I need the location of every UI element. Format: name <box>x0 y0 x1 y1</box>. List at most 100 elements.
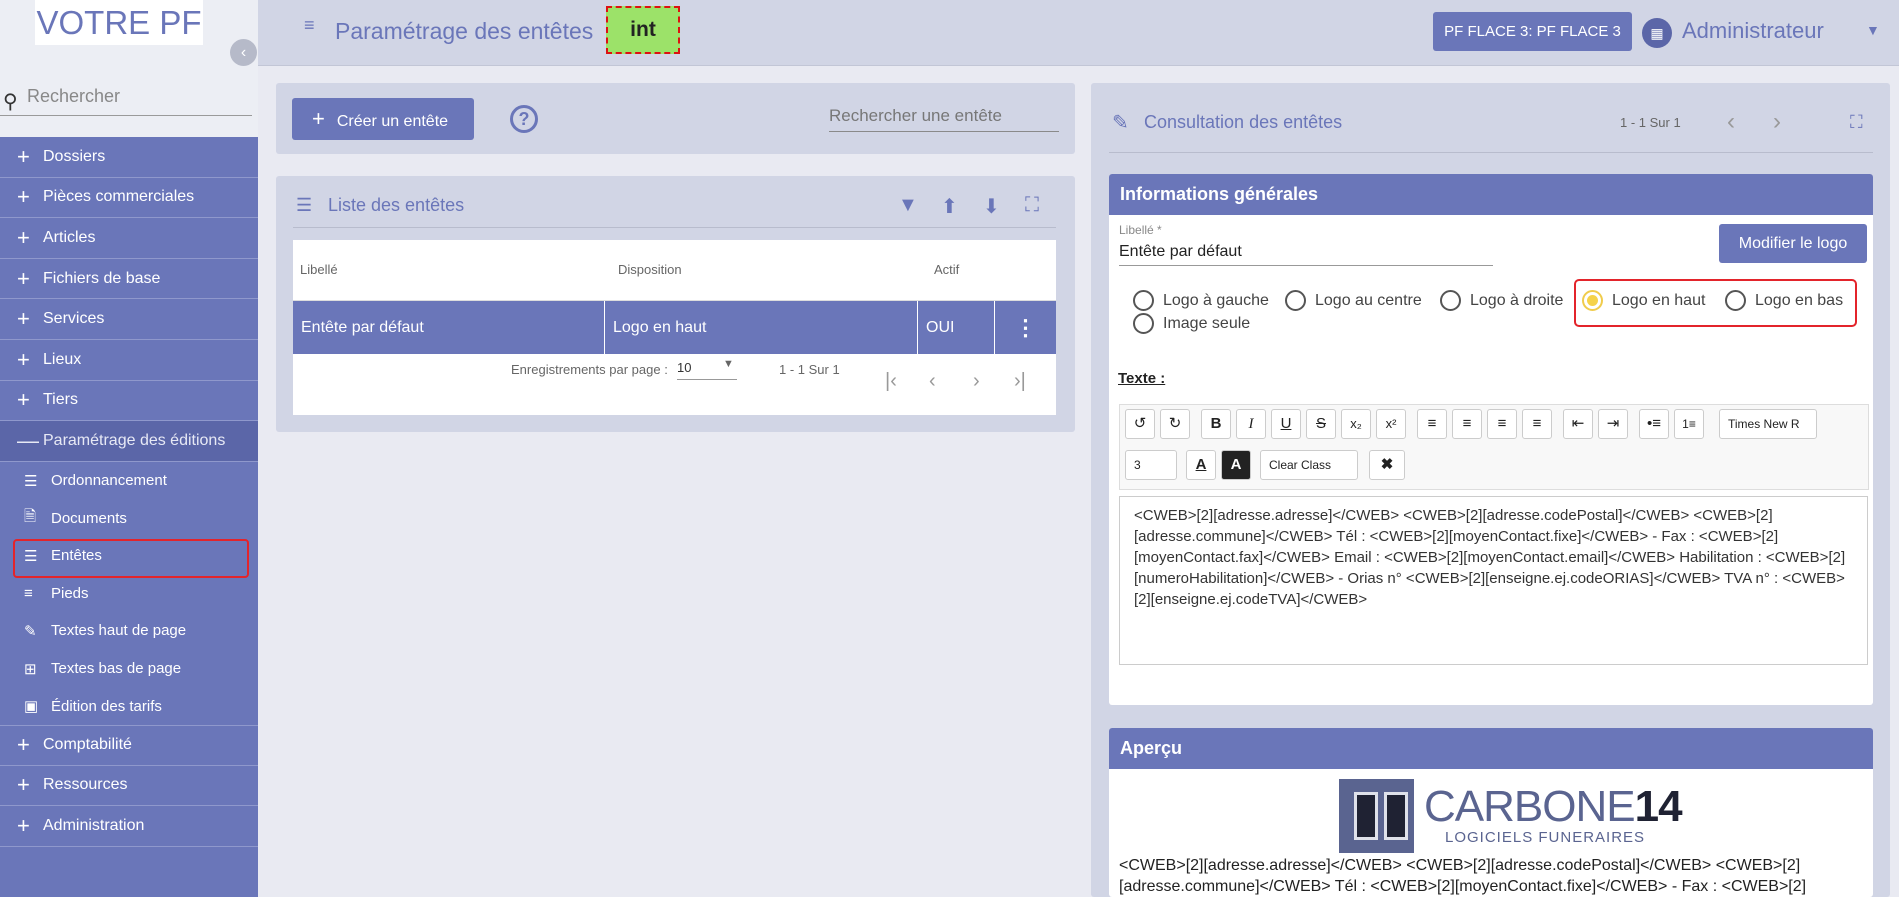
font-family-select[interactable]: Times New R <box>1719 409 1817 439</box>
libelle-input[interactable]: Entête par défaut <box>1119 243 1493 266</box>
indent-icon[interactable]: ⇥ <box>1598 409 1628 439</box>
prev-page-icon[interactable]: ‹ <box>929 370 936 393</box>
create-entete-button[interactable]: + Créer un entête <box>292 98 474 140</box>
italic-button[interactable]: I <box>1236 409 1266 439</box>
clear-format-icon[interactable]: ✖ <box>1369 450 1405 480</box>
menu-lines-icon: ≡ <box>304 15 315 35</box>
column-header-actif[interactable]: Actif <box>934 262 959 277</box>
align-center-icon[interactable]: ≡ <box>1452 409 1482 439</box>
bold-button[interactable]: B <box>1201 409 1231 439</box>
menu-item-parametrage-editions[interactable]: — Paramétrage des éditions <box>0 421 258 462</box>
sidebar-search-input[interactable]: Rechercher <box>27 86 120 107</box>
footer-icon: ≡ <box>24 584 33 602</box>
background-color-icon[interactable]: A <box>1221 450 1251 480</box>
plus-icon: + <box>17 143 30 169</box>
radio-circle[interactable] <box>1285 290 1306 311</box>
next-page-icon[interactable]: › <box>973 370 980 393</box>
radio-circle[interactable] <box>1133 313 1154 334</box>
align-left-icon[interactable]: ≡ <box>1417 409 1447 439</box>
outdent-icon[interactable]: ⇤ <box>1563 409 1593 439</box>
radio-circle[interactable] <box>1133 290 1154 311</box>
prev-record-icon[interactable]: ‹ <box>1727 108 1735 136</box>
underline-button[interactable]: U <box>1271 409 1301 439</box>
radio-logo-gauche[interactable]: Logo à gauche <box>1133 290 1269 311</box>
pf-selector-button[interactable]: PF FLACE 3: PF FLACE 3 <box>1433 12 1632 51</box>
bullet-list-icon[interactable]: •≡ <box>1639 409 1669 439</box>
consultation-range: 1 - 1 Sur 1 <box>1620 115 1681 130</box>
superscript-button[interactable]: x² <box>1376 409 1406 439</box>
help-icon[interactable]: ? <box>510 105 538 133</box>
justify-icon[interactable]: ≡ <box>1522 409 1552 439</box>
consultation-title: Consultation des entêtes <box>1144 112 1343 132</box>
caret-down-icon[interactable]: ▼ <box>723 358 734 370</box>
radio-circle[interactable] <box>1440 290 1461 311</box>
radio-image-seule[interactable]: Image seule <box>1133 313 1250 334</box>
menu-item-services[interactable]: + Services <box>0 299 258 340</box>
subscript-button[interactable]: x₂ <box>1341 409 1371 439</box>
header-icon: ☰ <box>24 547 38 565</box>
general-info-title: Informations générales <box>1109 174 1873 215</box>
numbered-list-icon[interactable]: 1≡ <box>1674 409 1704 439</box>
menu-item-articles[interactable]: + Articles <box>0 218 258 259</box>
modify-logo-button[interactable]: Modifier le logo <box>1719 224 1867 263</box>
sidebar-header: VOTRE PF ‹ ⚲ Rechercher <box>0 0 258 137</box>
search-entete-input[interactable]: Rechercher une entête <box>829 102 1059 132</box>
plus-icon: + <box>312 106 325 131</box>
menu-item-ressources[interactable]: + Ressources <box>0 766 258 807</box>
table-row[interactable]: Entête par défaut Logo en haut OUI ⋮ <box>293 301 1056 354</box>
font-size-select[interactable]: 3 <box>1125 450 1177 480</box>
menu-item-fichiers[interactable]: + Fichiers de base <box>0 259 258 300</box>
submenu-label: Édition des tarifs <box>51 697 162 715</box>
user-avatar[interactable]: ▦ <box>1642 18 1672 48</box>
radio-logo-droite[interactable]: Logo à droite <box>1440 290 1563 311</box>
menu-item-lieux[interactable]: + Lieux <box>0 340 258 381</box>
collapse-sidebar-button[interactable]: ‹ <box>230 39 257 66</box>
undo-icon[interactable]: ↺ <box>1125 409 1155 439</box>
menu-label: Services <box>43 310 105 328</box>
fullscreen-icon[interactable]: ⛶ <box>1025 194 1039 217</box>
submenu-item-documents[interactable]: 🗎 Documents <box>0 499 258 537</box>
preview-text: <CWEB>[2][adresse.adresse]</CWEB> <CWEB>… <box>1119 857 1807 895</box>
last-page-icon[interactable]: ›| <box>1014 370 1026 393</box>
first-page-icon[interactable]: |‹ <box>885 370 897 393</box>
text-color-icon[interactable]: A <box>1186 450 1216 480</box>
menu-item-tiers[interactable]: + Tiers <box>0 381 258 422</box>
header-text-editor[interactable]: <CWEB>[2][adresse.adresse]</CWEB> <CWEB>… <box>1119 496 1868 665</box>
fullscreen-icon[interactable]: ⛶ <box>1850 112 1863 133</box>
column-header-disposition[interactable]: Disposition <box>618 262 682 277</box>
cell-libelle: Entête par défaut <box>293 301 605 354</box>
menu-item-administration[interactable]: + Administration <box>0 806 258 847</box>
texte-label: Texte : <box>1118 370 1166 387</box>
download-icon[interactable]: ⬇ <box>983 194 1000 219</box>
menu-label: Fichiers de base <box>43 269 161 287</box>
libelle-label: Libellé * <box>1119 223 1162 237</box>
menu-item-dossiers[interactable]: + Dossiers <box>0 137 258 178</box>
sidebar-search[interactable]: ⚲ Rechercher <box>0 82 252 116</box>
redo-icon[interactable]: ↻ <box>1160 409 1190 439</box>
class-select[interactable]: Clear Class <box>1260 450 1358 480</box>
list-divider <box>293 227 1056 228</box>
submenu-item-textes-haut[interactable]: ✎ Textes haut de page <box>0 612 258 650</box>
submenu-item-pieds[interactable]: ≡ Pieds <box>0 575 258 613</box>
strikethrough-button[interactable]: S <box>1306 409 1336 439</box>
submenu-label: Pieds <box>51 584 89 602</box>
next-record-icon[interactable]: › <box>1773 108 1781 136</box>
submenu-item-textes-bas[interactable]: ⊞ Textes bas de page <box>0 650 258 688</box>
row-menu-icon[interactable]: ⋮ <box>995 301 1056 354</box>
user-name[interactable]: Administrateur <box>1682 18 1824 44</box>
env-badge: int <box>606 6 680 54</box>
menu-item-pieces[interactable]: + Pièces commerciales <box>0 178 258 219</box>
chevron-down-icon[interactable]: ▼ <box>1866 22 1880 38</box>
entetes-table: Libellé Disposition Actif Entête par déf… <box>293 240 1056 415</box>
align-right-icon[interactable]: ≡ <box>1487 409 1517 439</box>
menu-label: Lieux <box>43 350 82 368</box>
submenu-item-ordonnancement[interactable]: ☰ Ordonnancement <box>0 462 258 500</box>
filter-icon[interactable]: ▼ <box>898 194 918 217</box>
plus-icon: + <box>17 732 30 758</box>
menu-item-comptabilite[interactable]: + Comptabilité <box>0 724 258 766</box>
submenu-item-entetes[interactable]: ☰ Entêtes <box>0 537 258 578</box>
column-header-libelle[interactable]: Libellé <box>300 262 338 277</box>
submenu-item-edition-tarifs[interactable]: ▣ Édition des tarifs <box>0 687 258 725</box>
upload-icon[interactable]: ⬆ <box>941 194 958 219</box>
radio-logo-centre[interactable]: Logo au centre <box>1285 290 1422 311</box>
